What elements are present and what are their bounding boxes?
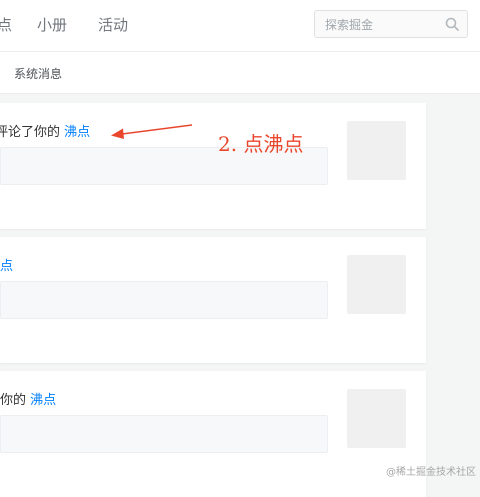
thumbnail-placeholder [347,255,406,314]
notification-message: 评论了你的 [0,125,61,140]
search-input[interactable] [323,15,445,35]
tab-system-messages[interactable]: 系统消息 [14,65,62,82]
notification-text: 评论了你的 沸点 [0,121,90,140]
annotation-arrow-icon [111,124,193,139]
search-box[interactable] [314,10,468,38]
notification-card: 点 [0,237,426,363]
thumbnail-placeholder [347,121,406,180]
nav-item-partial[interactable]: 点 [0,15,12,35]
watermark: @稀土掘金技术社区 [386,467,476,478]
pin-link[interactable]: 点 [0,259,13,274]
notification-message: 你的 [0,393,27,408]
pin-link[interactable]: 沸点 [30,393,56,408]
nav-item-events[interactable]: 活动 [98,15,128,35]
notification-text: 你的 沸点 [0,389,56,408]
notification-card: 评论了你的 沸点 [0,103,426,229]
annotation-label: 2. 点沸点 [218,132,304,156]
pin-link[interactable]: 沸点 [64,125,90,140]
search-icon[interactable] [445,17,459,31]
nav-item-booklets[interactable]: 小册 [37,15,67,35]
notification-card: 你的 沸点 [0,371,426,497]
notification-text: 点 [0,255,13,274]
sub-navigation: 系统消息 [0,52,480,94]
comment-quote-box [0,415,328,453]
thumbnail-placeholder [347,389,406,448]
top-header: 点 小册 活动 [0,0,480,52]
comment-quote-box [0,281,328,319]
